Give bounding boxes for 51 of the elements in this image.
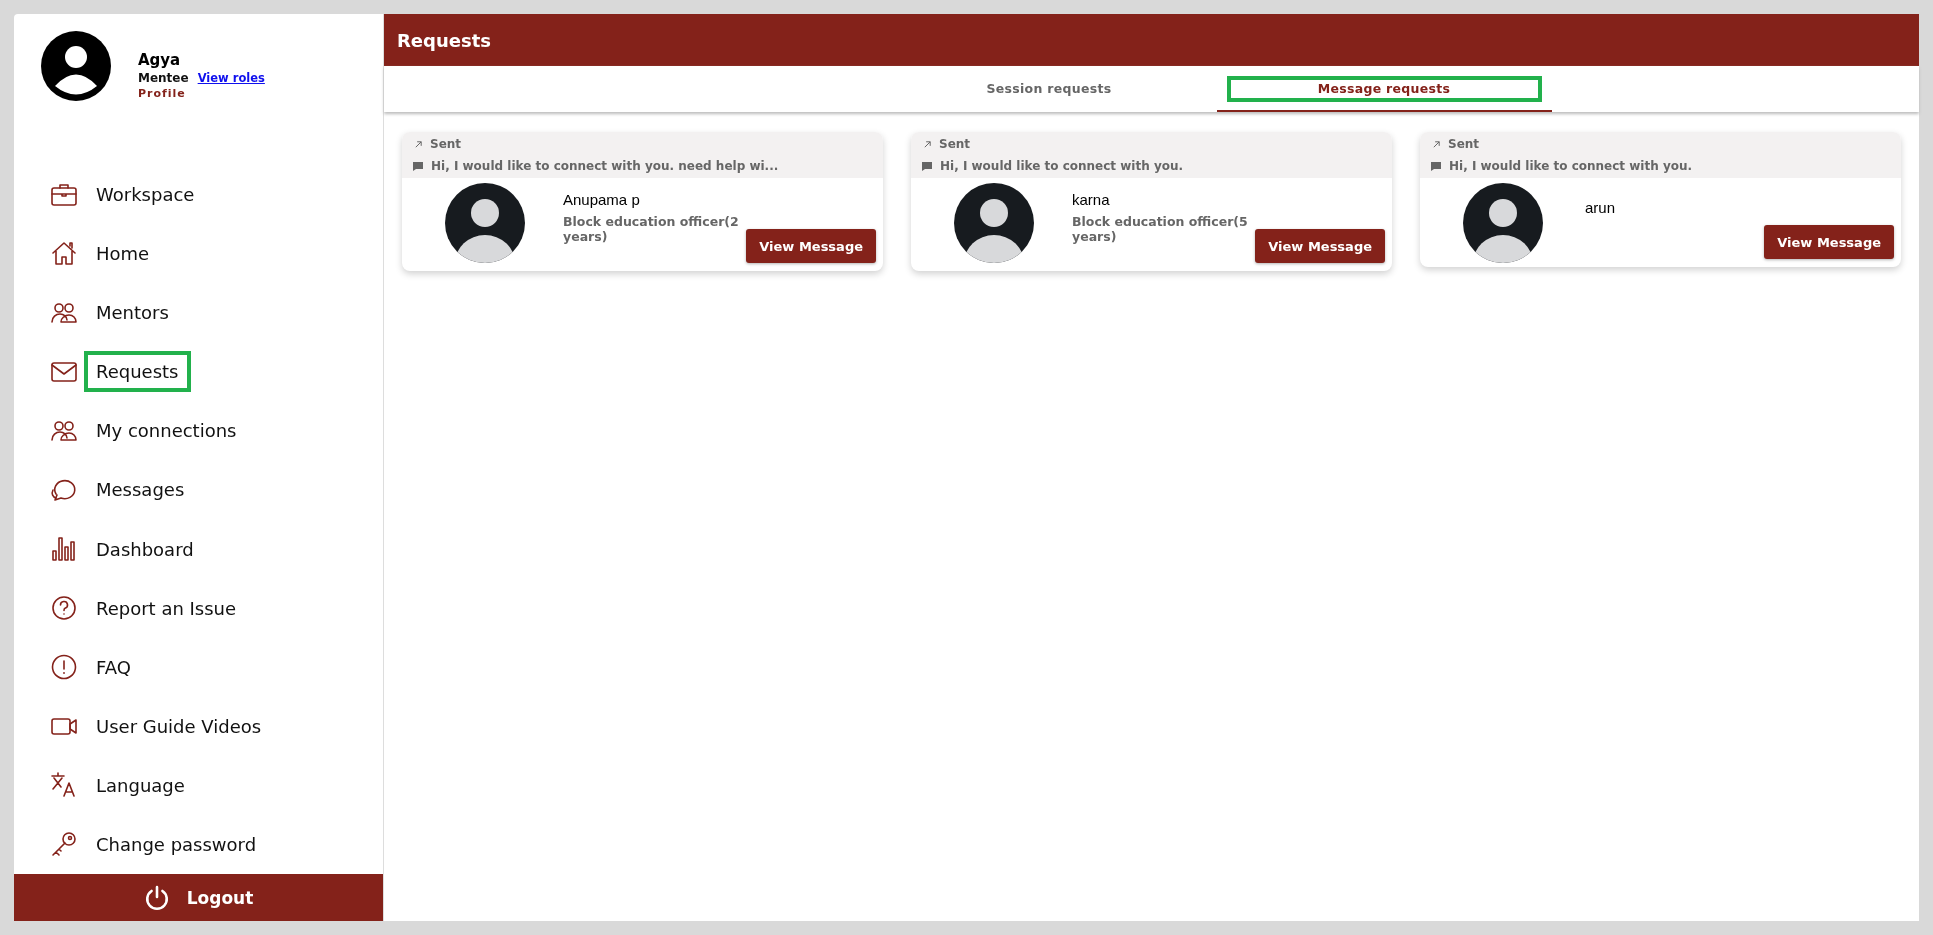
sidebar-item[interactable]: Requests xyxy=(84,351,191,393)
sidebar-item[interactable]: User Guide Videos xyxy=(84,705,274,747)
sidebar-item[interactable]: Messages xyxy=(84,469,197,511)
tab[interactable]: Message requests xyxy=(1216,66,1552,112)
tab[interactable]: Session requests xyxy=(881,66,1217,112)
avatar-icon xyxy=(1463,183,1543,263)
request-message: Hi, I would like to connect with you. need help wi... xyxy=(431,159,779,173)
mentor-name: Anupama p xyxy=(563,191,641,208)
view-message-button[interactable]: View Message xyxy=(1764,225,1894,259)
request-status: Sent xyxy=(939,137,971,151)
speech-bubble-icon xyxy=(1430,160,1442,172)
mentor-name: karna xyxy=(1072,191,1111,208)
translate-icon xyxy=(50,771,78,800)
mentor-designation: Block education officer(2 years) xyxy=(563,214,740,244)
sidebar-item[interactable]: Home xyxy=(84,233,162,275)
user-avatar-icon xyxy=(41,31,111,101)
arrow-up-right-icon xyxy=(923,139,932,149)
arrow-up-right-icon xyxy=(1432,139,1441,149)
arrow-up-right-icon xyxy=(414,139,423,149)
sidebar-item[interactable]: Workspace xyxy=(84,174,207,216)
question-circle-icon xyxy=(50,594,78,623)
sidebar-item[interactable]: Dashboard xyxy=(84,528,206,570)
bar-chart-icon xyxy=(50,535,78,563)
page-title: Requests xyxy=(397,29,491,51)
user-name: Agya xyxy=(138,51,182,69)
avatar-icon xyxy=(445,183,525,263)
logout-button[interactable]: Logout xyxy=(14,874,383,921)
sidebar-item[interactable]: Language xyxy=(84,764,197,806)
sidebar-item[interactable]: My connections xyxy=(84,410,249,452)
sidebar-item[interactable]: FAQ xyxy=(84,646,143,688)
sidebar-item[interactable]: Change password xyxy=(84,823,269,865)
user-role: Mentee xyxy=(138,71,189,85)
view-roles-link[interactable]: View roles xyxy=(197,71,265,85)
key-icon xyxy=(50,830,78,859)
power-icon xyxy=(143,884,170,911)
sidebar-item[interactable]: Mentors xyxy=(84,292,181,334)
view-message-button[interactable]: View Message xyxy=(746,229,876,263)
home-icon xyxy=(50,239,78,268)
exclamation-circle-icon xyxy=(50,653,78,682)
mentor-designation: Block education officer(5 years) xyxy=(1072,214,1249,244)
speech-bubble-icon xyxy=(412,160,424,172)
mentor-name: arun xyxy=(1585,199,1617,216)
request-message: Hi, I would like to connect with you. xyxy=(1449,159,1693,173)
avatar-icon xyxy=(954,183,1034,263)
sidebar-item[interactable]: Report an Issue xyxy=(84,587,249,629)
request-message: Hi, I would like to connect with you. xyxy=(940,159,1184,173)
profile-link[interactable]: Profile xyxy=(138,87,265,100)
speech-bubble-icon xyxy=(921,160,933,172)
request-status: Sent xyxy=(430,137,462,151)
view-message-button[interactable]: View Message xyxy=(1255,229,1385,263)
request-status: Sent xyxy=(1448,137,1480,151)
